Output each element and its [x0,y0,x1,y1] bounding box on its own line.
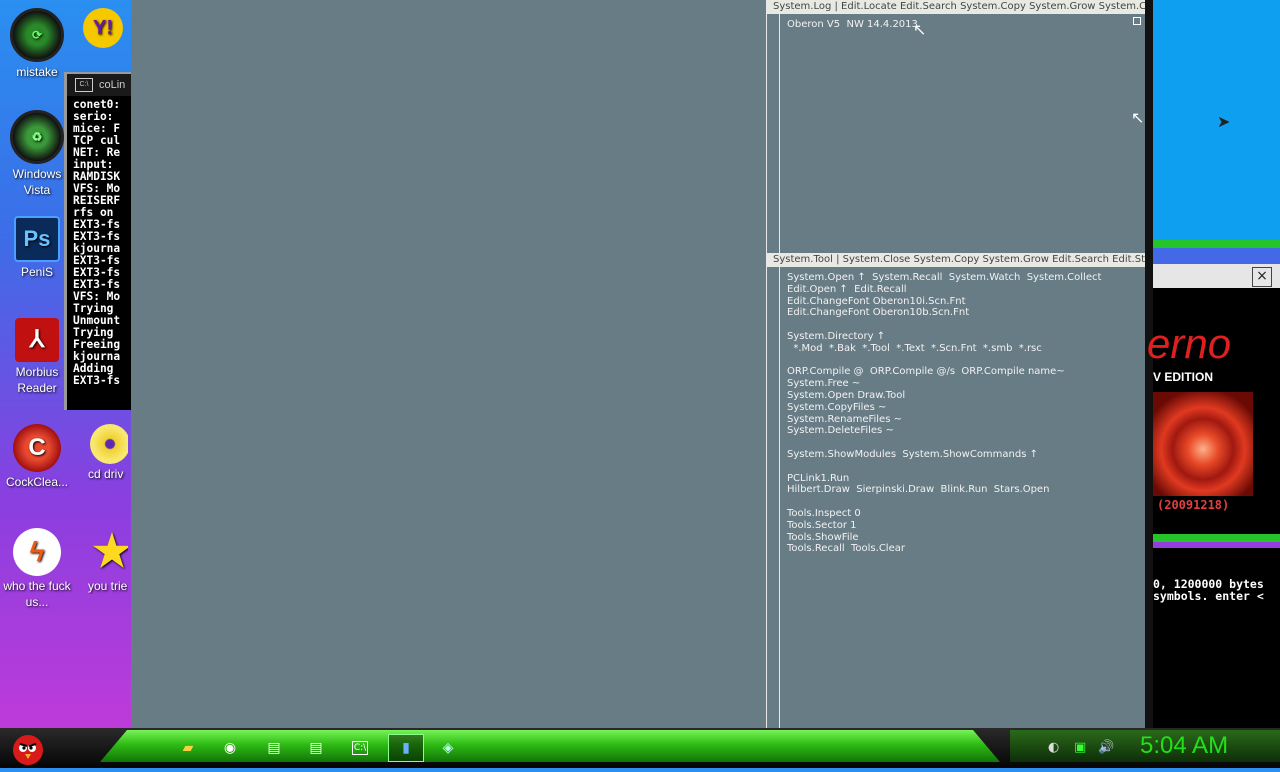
emulator-console[interactable]: 0, 1200000 bytes symbols. enter < [1153,548,1280,728]
log-text: Oberon V5 NW 14.4.2013 [787,19,918,30]
desktop-icon-label: CockClea... [5,475,69,489]
document-icon: ▮ [402,740,410,756]
arrow-cursor-icon: ↖ [1131,108,1145,127]
splash-artwork [1153,392,1253,496]
tool-command-line[interactable]: Edit.ChangeFont Oberon10b.Scn.Fnt [787,307,969,319]
volume-icon[interactable]: 🔊 [1098,740,1114,755]
tool-command-line[interactable]: PCLink1.Run [787,473,849,485]
tool-command-line[interactable]: System.Directory ↑ [787,331,885,343]
tool-command-line[interactable]: System.DeleteFiles ~ [787,425,894,437]
splash-brand: erno [1147,320,1232,367]
taskbar-window-button-2[interactable]: ▤ [298,734,334,762]
taskbar: ▰ ◉ ▤ ▤ C:\ ▮ ◈ ◐ ▣ 🔊 5:04 AM [0,728,1280,768]
tool-command-line[interactable]: System.Open ↑ System.Recall System.Watch… [787,272,1101,284]
console-title: coLin [99,79,126,91]
cd-drive-icon [90,424,128,464]
log-viewer-handle[interactable] [1133,17,1141,25]
emulator-console-output: 0, 1200000 bytes symbols. enter < [1153,577,1264,603]
tool-command-line[interactable]: System.Open Draw.Tool [787,390,905,402]
desktop-icon-mistake[interactable]: ⟳ mistake [2,8,72,80]
photoshop-icon: Ps [14,216,60,262]
tool-command-line[interactable]: System.Free ~ [787,378,860,390]
start-button[interactable] [8,728,48,768]
desktop-icon-label: who the fuck us... [3,579,71,609]
desktop-icon-label: cd driv [88,467,124,481]
desktop-icon-penis[interactable]: Ps PeniS [2,216,72,280]
desktop-background-strip: ➤ [1153,0,1280,248]
tool-viewer-menubar[interactable]: System.Tool | System.Close System.Copy S… [767,253,1145,267]
desktop-icon-star[interactable]: ★ you trie [78,528,128,594]
console-output: conet0: serio: mice: F TCP cul NET: Re i… [73,98,121,387]
lightning-icon: ϟ [13,528,61,576]
log-menu-text[interactable]: System.Log | Edit.Locate Edit.Search Sys… [773,1,1145,12]
taskbar-clock[interactable]: 5:04 AM [1140,732,1228,760]
green-stripe [1153,240,1280,248]
taskbar-chrome-button[interactable]: ◉ [212,734,248,762]
desktop-icon-label: Windows Vista [12,167,62,197]
splash-titlebar[interactable]: × [1153,264,1280,288]
pdf-reader-icon: ⅄ [15,318,59,362]
network-icon[interactable]: ◐ [1048,740,1059,755]
recycle-orb-icon: ♻ [10,110,64,164]
green-stripe [1153,534,1280,542]
log-viewer-menubar[interactable]: System.Log | Edit.Locate Edit.Search Sys… [767,0,1145,14]
tool-command-line[interactable]: Hilbert.Draw Sierpinski.Draw Blink.Run S… [787,484,1049,496]
leaf-icon: ◈ [442,740,454,756]
ccleaner-icon: C [13,424,61,472]
splash-edition: V EDITION [1153,370,1214,384]
desktop-icon-cd-drive[interactable]: cd driv [78,424,128,482]
yahoo-messenger-icon: Y! [83,8,123,48]
mouse-cursor-icon: ↖ [913,20,927,39]
taskbar-cmd-button[interactable]: C:\ [342,734,378,762]
desktop-icon-label: Morbius Reader [15,365,59,395]
viewer-divider [766,0,767,728]
busy-cursor-icon: ➤ [1217,112,1231,131]
desktop-icon-label: mistake [16,65,58,79]
tool-command-line[interactable]: Tools.Recall Tools.Clear [787,543,905,555]
tool-command-line[interactable]: System.ShowModules System.ShowCommands ↑ [787,449,1038,461]
desktop-icon-label: PeniS [20,265,54,279]
tool-command-line[interactable]: System.RenameFiles ~ [787,414,902,426]
desktop-icon-lightning[interactable]: ϟ who the fuck us... [2,528,72,610]
window-icon: ▤ [267,740,281,756]
star-icon: ★ [92,528,128,576]
tool-command-line[interactable]: Tools.ShowFile [787,532,859,544]
tool-command-line[interactable]: Tools.Sector 1 [787,520,857,532]
taskbar-app-button[interactable]: ◈ [430,734,466,762]
desktop-icon-yahoo[interactable]: Y! [78,8,128,50]
green-orb-icon: ⟳ [10,8,64,62]
chrome-icon: ◉ [223,740,237,756]
viewer-margin-line [779,14,780,728]
desktop-icon-label: you trie [88,579,128,593]
tool-command-line[interactable]: Edit.ChangeFont Oberon10i.Scn.Fnt [787,296,966,308]
desktop-icon-ccleaner[interactable]: C CockClea... [2,424,72,490]
taskbar-window-button-1[interactable]: ▤ [256,734,292,762]
tool-command-line[interactable]: *.Mod *.Bak *.Tool *.Text *.Scn.Fnt *.sm… [787,343,1041,355]
console-icon: C:\ [75,78,93,92]
tool-command-line[interactable]: ORP.Compile @ ORP.Compile @/s ORP.Compil… [787,366,1065,378]
close-button[interactable]: × [1252,267,1272,287]
desktop-icon-windows-vista[interactable]: ♻ Windows Vista [2,110,72,198]
tool-command-line[interactable]: System.CopyFiles ~ [787,402,886,414]
splash-version: (20091218) [1157,498,1230,512]
monitor-icon[interactable]: ▣ [1074,740,1086,755]
tool-command-line[interactable]: Edit.Open ↑ Edit.Recall [787,284,907,296]
taskbar-explorer-button[interactable]: ▰ [170,734,206,762]
folder-icon: ▰ [182,740,194,756]
colinux-console-window[interactable]: C:\ coLin conet0: serio: mice: F TCP cul… [64,72,133,410]
tool-menu-text[interactable]: System.Tool | System.Close System.Copy S… [773,254,1145,265]
tool-command-line[interactable]: Tools.Inspect 0 [787,508,861,520]
oberon-display[interactable]: System.Log | Edit.Locate Edit.Search Sys… [131,0,1153,728]
angry-bird-start-icon [13,735,43,765]
desktop-icon-morbius-reader[interactable]: ⅄ Morbius Reader [2,318,72,396]
console-titlebar[interactable]: C:\ coLin [67,74,133,96]
splash-window[interactable]: × erno V EDITION (20091218) [1147,264,1280,542]
taskbar-active-window-button[interactable]: ▮ [388,734,424,762]
cmd-icon: C:\ [351,741,369,755]
window-icon: ▤ [309,740,323,756]
